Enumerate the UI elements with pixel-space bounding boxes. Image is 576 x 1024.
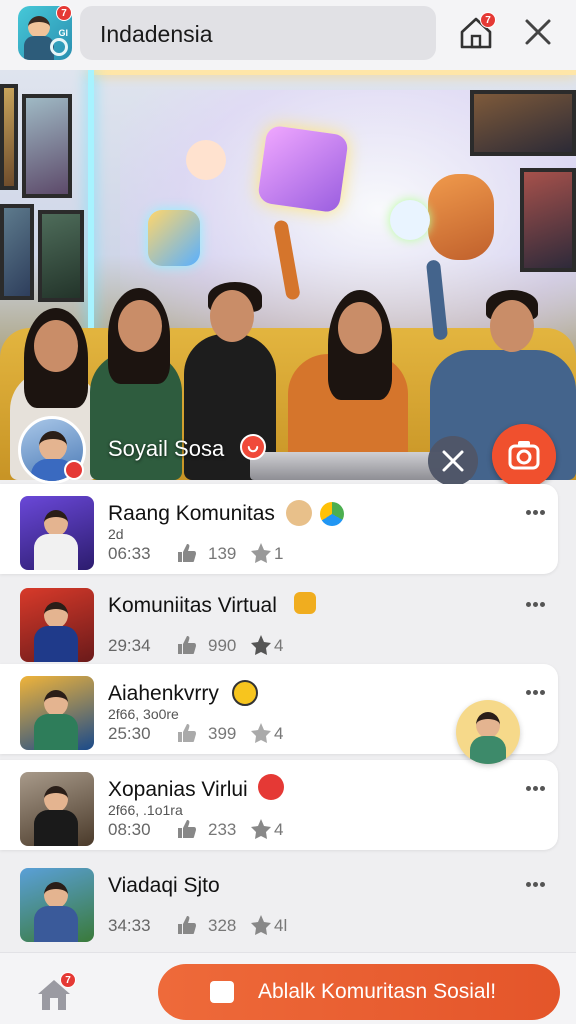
list-item[interactable]: Xopanias Virlui 2f66, .1o1ra 08:30 233 4	[0, 760, 558, 850]
list-item[interactable]: Viadaqi Sjto 34:33 328 4l	[0, 856, 558, 946]
duration: 29:34	[108, 636, 151, 655]
red-heart-icon	[294, 592, 316, 614]
star-count: 1	[274, 544, 284, 563]
star-count: 4	[274, 636, 284, 655]
star-count: 4l	[274, 916, 288, 935]
more-options-icon[interactable]	[526, 594, 552, 607]
live-badge-icon	[64, 460, 84, 480]
checkbox-icon	[210, 981, 234, 1003]
star-icon[interactable]	[250, 914, 272, 936]
wall-poster	[0, 84, 18, 190]
like-icon[interactable]	[176, 818, 198, 840]
more-options-icon[interactable]	[526, 874, 552, 887]
like-icon[interactable]	[176, 914, 198, 936]
community-title: Xopanias Virlui	[108, 778, 248, 801]
search-text: Indadensia	[100, 21, 213, 47]
red-face-icon	[258, 774, 284, 800]
top-bar: GI 7 Indadensia 7	[0, 0, 576, 70]
community-title: Raang Komunitas	[108, 502, 275, 525]
more-options-icon[interactable]	[526, 778, 552, 791]
floating-sticker	[148, 210, 200, 266]
duration: 25:30	[108, 724, 151, 743]
star-count: 4	[274, 724, 284, 743]
more-options-icon[interactable]	[526, 502, 552, 515]
live-indicator-icon	[240, 434, 266, 460]
duration: 06:33	[108, 544, 151, 563]
star-icon[interactable]	[250, 542, 272, 564]
wall-poster	[470, 90, 576, 156]
search-bar[interactable]: Indadensia	[80, 6, 436, 60]
floating-sticker	[256, 124, 350, 214]
community-thumbnail	[20, 588, 94, 662]
like-count: 328	[208, 916, 237, 935]
wall-poster	[22, 94, 72, 198]
wall-poster	[0, 204, 34, 300]
community-subtitle: 2f66, 3o0re	[108, 706, 179, 722]
home-badge: 7	[60, 972, 76, 988]
dismiss-button[interactable]	[428, 436, 478, 486]
star-count: 4	[274, 820, 284, 839]
list-item[interactable]: Raang Komunitas 2d 06:33 139 1	[0, 484, 558, 574]
floating-sticker	[428, 174, 494, 260]
community-thumbnail	[20, 772, 94, 846]
duration: 08:30	[108, 820, 151, 839]
like-icon[interactable]	[176, 634, 198, 656]
community-title: Viadaqi Sjto	[108, 874, 220, 897]
teddy-bear-icon	[286, 500, 312, 526]
like-count: 139	[208, 544, 237, 563]
star-icon[interactable]	[250, 722, 272, 744]
floating-avatar-button[interactable]	[456, 700, 520, 764]
hero-image	[0, 70, 576, 480]
close-icon[interactable]	[518, 12, 558, 52]
more-options-icon[interactable]	[526, 682, 552, 695]
like-icon[interactable]	[176, 542, 198, 564]
duration: 34:33	[108, 916, 151, 935]
yellow-emoji-icon	[232, 680, 258, 706]
community-thumbnail	[20, 676, 94, 750]
list-item[interactable]: Komuniitas Virtual 29:34 990 4	[0, 576, 558, 666]
like-count: 233	[208, 820, 237, 839]
star-icon[interactable]	[250, 634, 272, 656]
globe-icon	[320, 502, 344, 526]
community-title: Aiahenkvrry	[108, 682, 219, 705]
cta-label: Ablalk Komuritasn Sosial!	[258, 980, 497, 1003]
home-badge: 7	[480, 12, 496, 28]
floating-sticker	[390, 200, 430, 240]
community-subtitle: 2f66, .1o1ra	[108, 802, 183, 818]
like-count: 399	[208, 724, 237, 743]
camera-button[interactable]	[492, 424, 556, 488]
notification-badge: 7	[56, 5, 72, 21]
community-title: Komuniitas Virtual	[108, 594, 277, 617]
like-count: 990	[208, 636, 237, 655]
community-subtitle: 2d	[108, 526, 124, 542]
community-thumbnail	[20, 868, 94, 942]
like-icon[interactable]	[176, 722, 198, 744]
join-community-button[interactable]: Ablalk Komuritasn Sosial!	[158, 964, 560, 1020]
wall-poster	[520, 168, 576, 272]
app-root: GI 7 Indadensia 7 Soyail Sosa Raang Komu…	[0, 0, 576, 1024]
star-icon[interactable]	[250, 818, 272, 840]
wall-poster	[38, 210, 84, 302]
table	[250, 452, 450, 480]
host-name: Soyail Sosa	[108, 436, 225, 461]
floating-sticker	[186, 140, 226, 180]
community-thumbnail	[20, 496, 94, 570]
